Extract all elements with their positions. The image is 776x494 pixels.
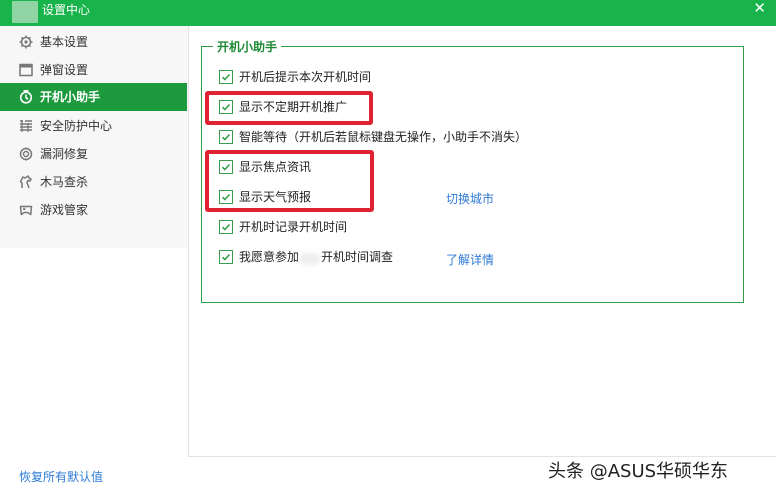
sidebar-item-label: 弹窗设置 [40,63,89,77]
highlight-box [205,91,373,125]
sidebar: 基本设置 弹窗设置 开机小助手 安全防护中心 漏洞修复 木马查杀 游戏管家 [0,26,189,457]
sidebar-item-popup-settings[interactable]: 弹窗设置 [0,56,187,84]
sidebar-item-vulnerability-fix[interactable]: 漏洞修复 [0,140,187,168]
checkbox[interactable] [219,70,233,84]
option-label: 开机时记录开机时间 [239,220,348,234]
sidebar-empty-area [0,248,188,457]
sidebar-item-label: 安全防护中心 [40,119,113,133]
window-title: 设置中心 [42,3,91,17]
window-icon [19,63,33,77]
power-clock-icon [19,90,33,104]
gear-icon [19,35,33,49]
checkmark-icon [221,133,231,141]
shield-grid-icon [20,120,32,132]
sidebar-item-basic-settings[interactable]: 基本设置 [0,28,187,56]
option-label-tail: 开机时间调查 [321,250,394,264]
checkmark-icon [221,223,231,231]
sidebar-item-game-manager[interactable]: 游戏管家 [0,196,187,224]
sidebar-item-security-center[interactable]: 安全防护中心 [0,112,187,140]
option-label: 我愿意参加 [239,250,300,264]
checkmark-icon [221,73,231,81]
checkbox[interactable] [219,220,233,234]
close-button[interactable]: ✕ [753,0,766,16]
checkbox[interactable] [219,250,233,264]
option-label: 智能等待（开机后若鼠标键盘无操作，小助手不消失） [239,130,528,144]
checkmark-icon [221,253,231,261]
reset-defaults-link[interactable]: 恢复所有默认值 [19,469,103,485]
gamepad-icon [19,205,33,216]
sidebar-item-label: 基本设置 [40,35,89,49]
details-link[interactable]: 了解详情 [446,251,494,269]
sidebar-item-startup-assistant[interactable]: 开机小助手 [0,83,187,111]
watermark: 头条 @ASUS华硕华东 [548,461,729,482]
sidebar-item-label: 游戏管家 [40,203,89,217]
highlight-box [205,150,374,212]
sidebar-item-label: 木马查杀 [40,175,89,189]
group-title: 开机小助手 [213,40,282,54]
patch-icon [19,147,33,161]
title-bar: 设置中心 ✕ [0,0,776,26]
blurred-text [299,253,321,265]
option-label: 开机后提示本次开机时间 [239,70,372,84]
horse-icon [19,175,32,189]
sidebar-item-label: 漏洞修复 [40,147,89,161]
sidebar-item-label: 开机小助手 [40,90,101,104]
checkbox[interactable] [219,130,233,144]
switch-city-link[interactable]: 切换城市 [446,190,494,208]
sidebar-item-trojan-scan[interactable]: 木马查杀 [0,168,187,196]
app-logo [12,1,38,23]
